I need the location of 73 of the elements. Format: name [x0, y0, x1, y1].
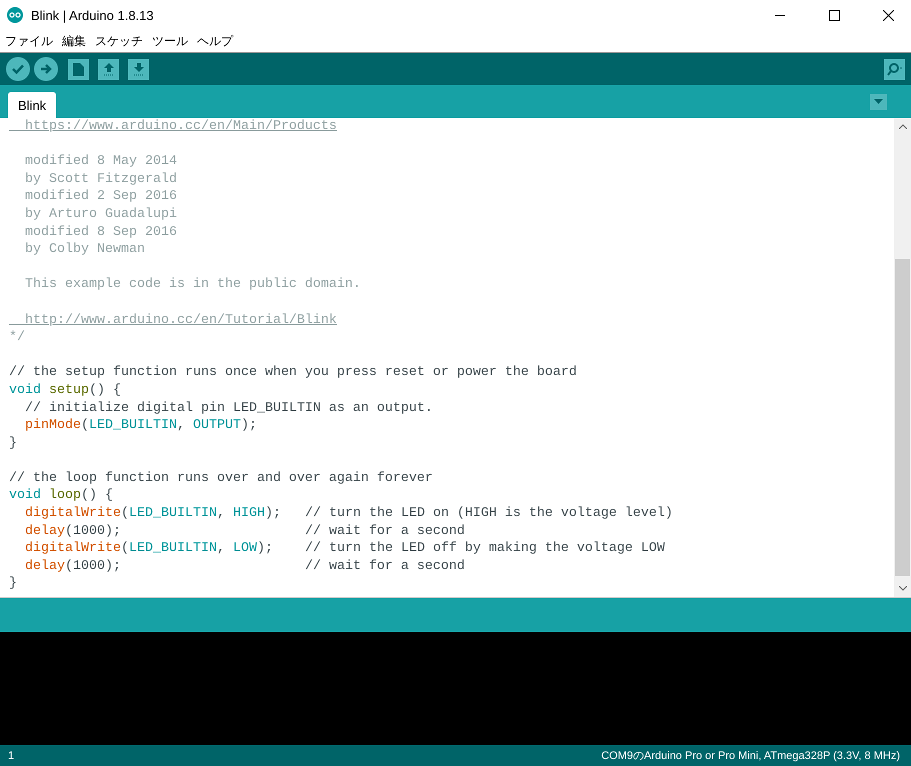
code-comment: by Arturo Guadalupi	[24, 206, 177, 222]
menu-item[interactable]: 編集	[62, 32, 86, 50]
code-function-name: loop	[49, 488, 81, 504]
code-text: ,	[216, 541, 226, 556]
checkmark-icon	[11, 62, 25, 76]
close-icon	[882, 10, 894, 20]
code-text: );	[264, 506, 282, 522]
up-arrow-icon	[102, 62, 114, 76]
code-comment: // the loop function runs over and over again forever	[9, 470, 433, 486]
splitter-bar[interactable]	[0, 597, 911, 632]
tab-menu-button[interactable]	[870, 94, 887, 110]
code-function: delay	[25, 558, 65, 574]
code-comment: // wait for a second	[304, 524, 465, 539]
code-text: (	[81, 418, 89, 434]
code-keyword: void	[9, 488, 42, 504]
code-text: () {	[89, 382, 121, 398]
board-info: COM9のArduino Pro or Pro Mini, ATmega328P (3.3V, 8 MHz)	[601, 749, 900, 763]
code-comment: modified 8 May 2014	[24, 154, 177, 170]
code-comment: by Colby Newman	[24, 242, 145, 258]
code-text: (1000);	[65, 558, 122, 574]
sketch-tab[interactable]: Blink	[8, 92, 56, 118]
code-constant: OUTPUT	[192, 418, 241, 434]
code-text: }	[9, 576, 17, 592]
upload-button[interactable]	[34, 57, 58, 81]
app-logo-icon	[7, 7, 23, 23]
code-function: pinMode	[25, 418, 81, 434]
code-constant: LED_BUILTIN	[128, 541, 217, 556]
code-text: ,	[216, 506, 226, 522]
code-comment: modified 8 Sep 2016	[24, 224, 177, 240]
new-button[interactable]	[68, 58, 89, 80]
caret-icon	[874, 99, 883, 104]
menu-item[interactable]: ファイル	[5, 32, 53, 50]
code-keyword: void	[9, 382, 42, 398]
verify-button[interactable]	[6, 57, 30, 81]
magnifier-icon	[886, 62, 902, 76]
menu-item[interactable]: スケッチ	[95, 32, 143, 50]
line-number: 1	[8, 750, 14, 762]
down-arrow-icon	[132, 62, 144, 76]
code-comment: This example code is in the public domain.	[24, 277, 361, 292]
code-function-name: setup	[49, 382, 89, 398]
code-constant: LED_BUILTIN	[89, 418, 177, 434]
code-comment: // turn the LED off by making the voltage LOW	[304, 541, 665, 556]
code-text: (	[120, 541, 129, 556]
menu-item[interactable]: ツール	[152, 32, 188, 50]
maximize-icon	[828, 10, 840, 20]
menu-item[interactable]: ヘルプ	[197, 32, 233, 50]
code-constant: HIGH	[232, 506, 265, 522]
document-icon	[73, 62, 84, 76]
save-button[interactable]	[128, 58, 149, 80]
code-comment: // the setup function runs once when you press reset or power the board	[9, 365, 577, 380]
code-constant: LED_BUILTIN	[128, 506, 217, 522]
code-text: ,	[176, 418, 186, 434]
code-text: (	[120, 506, 129, 522]
code-comment: // wait for a second	[304, 558, 465, 574]
code-function: delay	[25, 524, 65, 539]
scrollbar-thumb[interactable]	[895, 259, 910, 576]
serial-monitor-button[interactable]	[884, 58, 905, 80]
code-comment: // turn the LED on (HIGH is the voltage level)	[304, 506, 673, 522]
window-title: Blink | Arduino 1.8.13	[31, 8, 155, 22]
code-comment: // initialize digital pin LED_BUILTIN as an output.	[25, 400, 433, 416]
right-arrow-icon	[39, 62, 53, 76]
code-text: () {	[81, 488, 113, 504]
code-comment: by Scott Fitzgerald	[24, 172, 177, 187]
code-text: (1000);	[65, 524, 122, 539]
code-text: );	[240, 418, 257, 434]
code-function: digitalWrite	[25, 541, 121, 556]
code-comment: modified 2 Sep 2016	[24, 189, 177, 204]
code-text: );	[256, 541, 274, 556]
code-constant: LOW	[232, 541, 257, 556]
scrollbar[interactable]	[894, 118, 911, 597]
code-function: digitalWrite	[25, 506, 121, 522]
code-text: }	[9, 436, 17, 451]
open-button[interactable]	[98, 58, 119, 80]
